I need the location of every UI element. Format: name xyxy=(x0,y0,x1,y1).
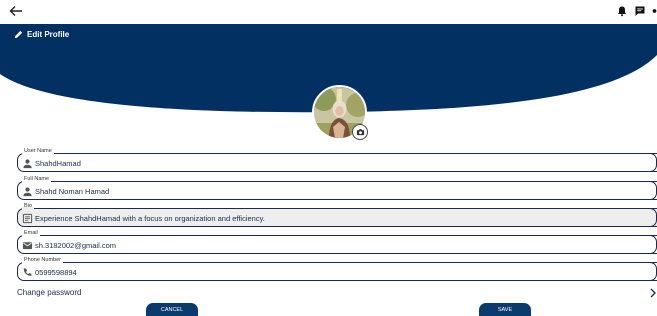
save-button[interactable]: SAVE xyxy=(479,303,531,316)
person-icon xyxy=(23,187,32,197)
profile-icon[interactable] xyxy=(652,5,657,17)
person-icon xyxy=(23,159,32,169)
page-title-text: Edit Profile xyxy=(27,30,70,39)
phone-number-field[interactable]: Phone Number 0599598894 xyxy=(17,257,657,281)
field-label: User Name xyxy=(22,148,54,155)
cancel-button[interactable]: CANCEL xyxy=(146,303,198,316)
change-password-link[interactable]: Change password xyxy=(17,288,81,297)
back-arrow-icon[interactable] xyxy=(8,3,24,19)
change-photo-button[interactable] xyxy=(352,124,368,140)
bio-value: Experience ShahdHamad with a focus on or… xyxy=(35,214,265,223)
pencil-icon xyxy=(14,30,23,39)
notes-icon xyxy=(22,213,33,224)
field-label: Phone Number xyxy=(22,257,63,264)
top-icons xyxy=(616,5,657,17)
camera-icon xyxy=(356,129,364,136)
phone-icon xyxy=(23,267,32,276)
field-label: Email xyxy=(22,230,40,237)
full-name-value: Shahd Noman Hamad xyxy=(35,187,110,196)
top-bar xyxy=(0,0,657,24)
email-field[interactable]: Email sh.3182002@gmail.com xyxy=(17,230,657,254)
field-label: Full Name xyxy=(22,176,52,183)
email-value: sh.3182002@gmail.com xyxy=(35,241,116,250)
user-name-field[interactable]: User Name ShahdHamad xyxy=(17,148,657,172)
mail-icon xyxy=(22,242,33,250)
chevron-right-icon[interactable] xyxy=(649,288,657,298)
avatar-container xyxy=(312,85,368,140)
message-icon[interactable] xyxy=(634,5,646,17)
notification-bell-icon[interactable] xyxy=(616,5,628,17)
user-name-value: ShahdHamad xyxy=(35,159,81,168)
bio-field[interactable]: Bio Experience ShahdHamad with a focus o… xyxy=(17,203,657,227)
full-name-field[interactable]: Full Name Shahd Noman Hamad xyxy=(17,176,657,200)
field-label: Bio xyxy=(22,203,34,210)
page-title: Edit Profile xyxy=(14,30,69,39)
phone-number-value: 0599598894 xyxy=(35,268,77,277)
